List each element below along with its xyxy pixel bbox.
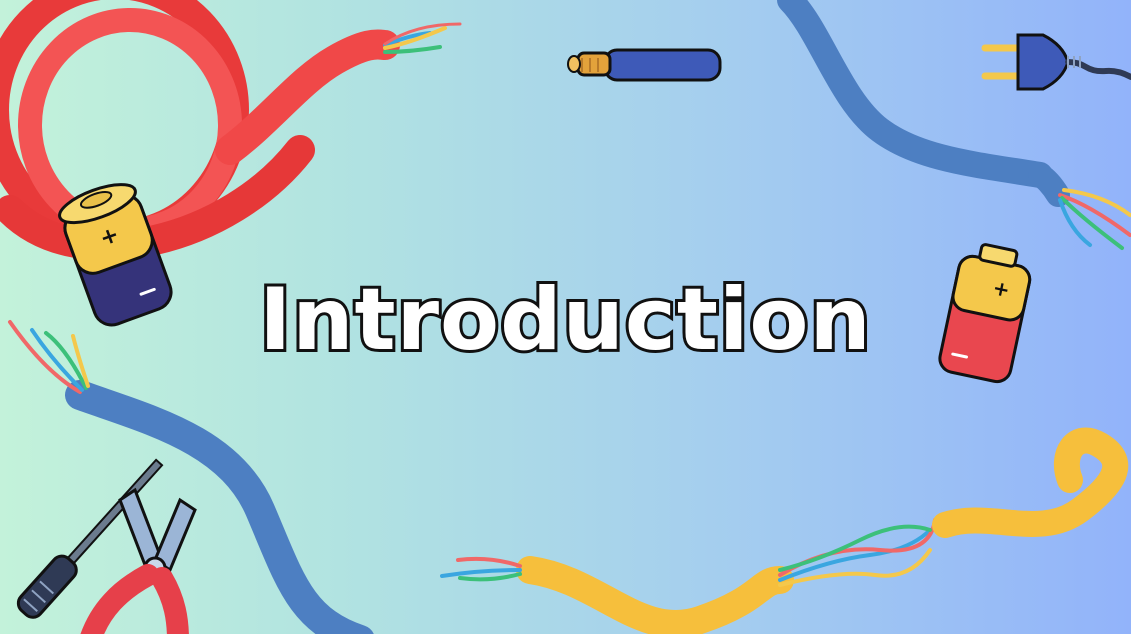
blue-cable-icon <box>777 0 1131 250</box>
slide-title: Introduction <box>256 267 874 373</box>
audio-jack-icon <box>567 48 722 82</box>
yellow-cable-icon <box>440 427 1129 634</box>
power-plug-icon <box>981 33 1131 91</box>
pliers-icon <box>80 487 197 634</box>
slide: + + Introduction <box>0 0 1131 634</box>
